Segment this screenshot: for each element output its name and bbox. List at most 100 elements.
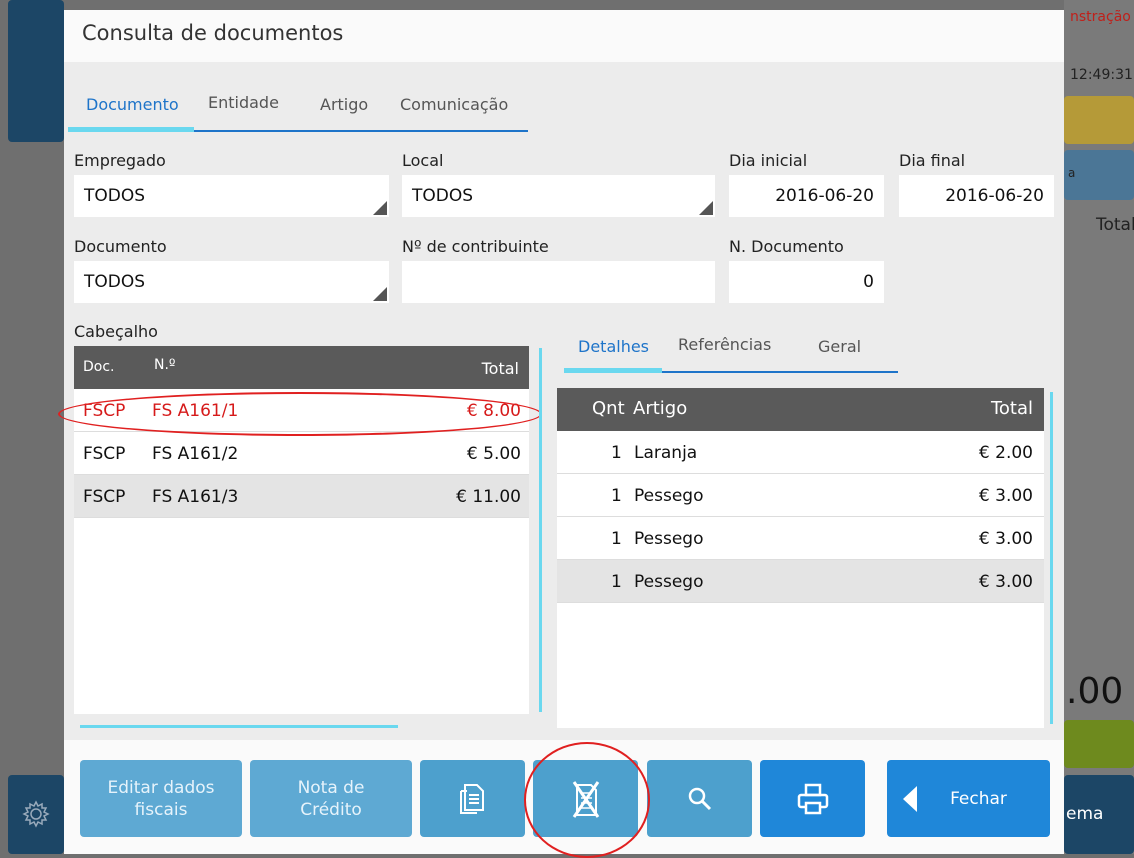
cell-total: € 3.00 (978, 529, 1033, 549)
dialog-footer: Editar dados fiscais Nota de Crédito Fec… (64, 740, 1064, 858)
cell-total: € 2.00 (978, 443, 1033, 463)
cell-qnt: 1 (611, 529, 622, 549)
tab-detalhes[interactable]: Detalhes (578, 337, 649, 356)
header-list-columns: Doc. N.º Total (74, 346, 529, 389)
print-button[interactable] (760, 760, 865, 837)
table-row[interactable]: FSCP FS A161/3 € 11.00 (74, 475, 529, 518)
background-text: a (1068, 166, 1076, 180)
gear-icon (22, 800, 50, 828)
local-value: TODOS (412, 186, 474, 206)
horizontal-scrollbar[interactable] (80, 725, 398, 728)
tab-referencias[interactable]: Referências (678, 335, 771, 354)
editar-dados-fiscais-button[interactable]: Editar dados fiscais (80, 760, 242, 837)
search-button[interactable] (647, 760, 752, 837)
cell-qnt: 1 (611, 486, 622, 506)
documento-value: TODOS (84, 272, 146, 292)
background-text: nstração (1070, 9, 1131, 25)
cell-total: € 3.00 (978, 486, 1033, 506)
tab-entidade[interactable]: Entidade (208, 93, 279, 112)
contribuinte-field[interactable] (402, 261, 715, 303)
fechar-button[interactable]: Fechar (887, 760, 1050, 837)
table-row[interactable]: 1 Pessego € 3.00 (557, 517, 1044, 560)
column-num: N.º (154, 357, 176, 373)
dia-final-field[interactable]: 2016-06-20 (899, 175, 1054, 217)
documento-select[interactable]: TODOS (74, 261, 389, 303)
cell-qnt: 1 (611, 443, 622, 463)
cell-num: FS A161/2 (152, 444, 239, 464)
dia-inicial-field[interactable]: 2016-06-20 (729, 175, 884, 217)
table-row[interactable]: 1 Pessego € 3.00 (557, 474, 1044, 517)
document-query-dialog: Consulta de documentos Documento Entidad… (58, 10, 1064, 858)
cell-artigo: Pessego (634, 529, 704, 549)
cell-doc: FSCP (83, 487, 126, 507)
button-label: Editar dados (107, 777, 215, 798)
dropdown-arrow-icon (373, 287, 387, 301)
tab-documento[interactable]: Documento (86, 95, 179, 114)
cell-artigo: Laranja (634, 443, 698, 463)
annotation-circle (524, 742, 650, 858)
cell-num: FS A161/3 (152, 487, 239, 507)
document-button[interactable] (420, 760, 525, 837)
n-documento-label: N. Documento (729, 237, 844, 256)
cell-total: € 3.00 (978, 572, 1033, 592)
dialog-title: Consulta de documentos (82, 21, 344, 45)
tab-geral[interactable]: Geral (818, 337, 861, 356)
active-tab-indicator (564, 368, 662, 373)
dropdown-arrow-icon (699, 201, 713, 215)
cell-doc: FSCP (83, 444, 126, 464)
table-row[interactable]: 1 Pessego € 3.00 (557, 560, 1044, 603)
dialog-header: Consulta de documentos (64, 10, 1064, 62)
column-artigo: Artigo (633, 398, 688, 419)
button-label: Fechar (950, 788, 1007, 809)
cell-artigo: Pessego (634, 486, 704, 506)
triangle-left-icon (903, 786, 917, 812)
dropdown-arrow-icon (373, 201, 387, 215)
button-label: Nota de (297, 777, 365, 798)
empregado-label: Empregado (74, 151, 166, 170)
button-label: fiscais (134, 799, 188, 820)
local-label: Local (402, 151, 444, 170)
tab-underline (194, 130, 528, 132)
background-total-header: Total (1096, 215, 1134, 235)
document-icon (459, 783, 484, 814)
background-button (1064, 96, 1134, 144)
vertical-scrollbar[interactable] (539, 348, 542, 712)
tab-underline (662, 371, 898, 373)
documento-label: Documento (74, 237, 167, 256)
printer-icon (797, 783, 828, 814)
tab-comunicacao[interactable]: Comunicação (400, 95, 508, 114)
tab-artigo[interactable]: Artigo (320, 95, 368, 114)
background-text: ema (1066, 804, 1104, 824)
cell-qnt: 1 (611, 572, 622, 592)
dia-inicial-label: Dia inicial (729, 151, 808, 170)
background-button (1064, 720, 1134, 768)
background-panel-right: nstração 12:49:31 a Total .00 ema (1064, 0, 1134, 854)
button-label: Crédito (300, 799, 362, 820)
annotation-circle (58, 392, 542, 436)
table-row[interactable]: 1 Laranja € 2.00 (557, 431, 1044, 474)
dia-final-label: Dia final (899, 151, 966, 170)
n-documento-field[interactable]: 0 (729, 261, 884, 303)
settings-button[interactable] (8, 775, 64, 854)
cell-artigo: Pessego (634, 572, 704, 592)
active-tab-indicator (68, 127, 194, 132)
column-total: Total (481, 359, 519, 378)
background-panel-left (8, 0, 64, 142)
cell-total: € 11.00 (456, 487, 521, 507)
background-time: 12:49:31 (1070, 67, 1133, 83)
empregado-select[interactable]: TODOS (74, 175, 389, 217)
contribuinte-label: Nº de contribuinte (402, 237, 549, 256)
table-row[interactable]: FSCP FS A161/2 € 5.00 (74, 432, 529, 475)
cabecalho-label: Cabeçalho (74, 322, 158, 341)
cell-total: € 5.00 (466, 444, 521, 464)
column-qnt: Qnt (592, 398, 625, 419)
detail-list[interactable]: Qnt Artigo Total 1 Laranja € 2.00 1 Pess… (557, 388, 1044, 728)
column-total: Total (990, 398, 1033, 419)
local-select[interactable]: TODOS (402, 175, 715, 217)
column-doc: Doc. (83, 359, 115, 375)
empregado-value: TODOS (84, 186, 146, 206)
search-icon (688, 787, 711, 810)
vertical-scrollbar[interactable] (1050, 392, 1053, 724)
nota-de-credito-button[interactable]: Nota de Crédito (250, 760, 412, 837)
background-big-total: .00 (1066, 671, 1124, 712)
